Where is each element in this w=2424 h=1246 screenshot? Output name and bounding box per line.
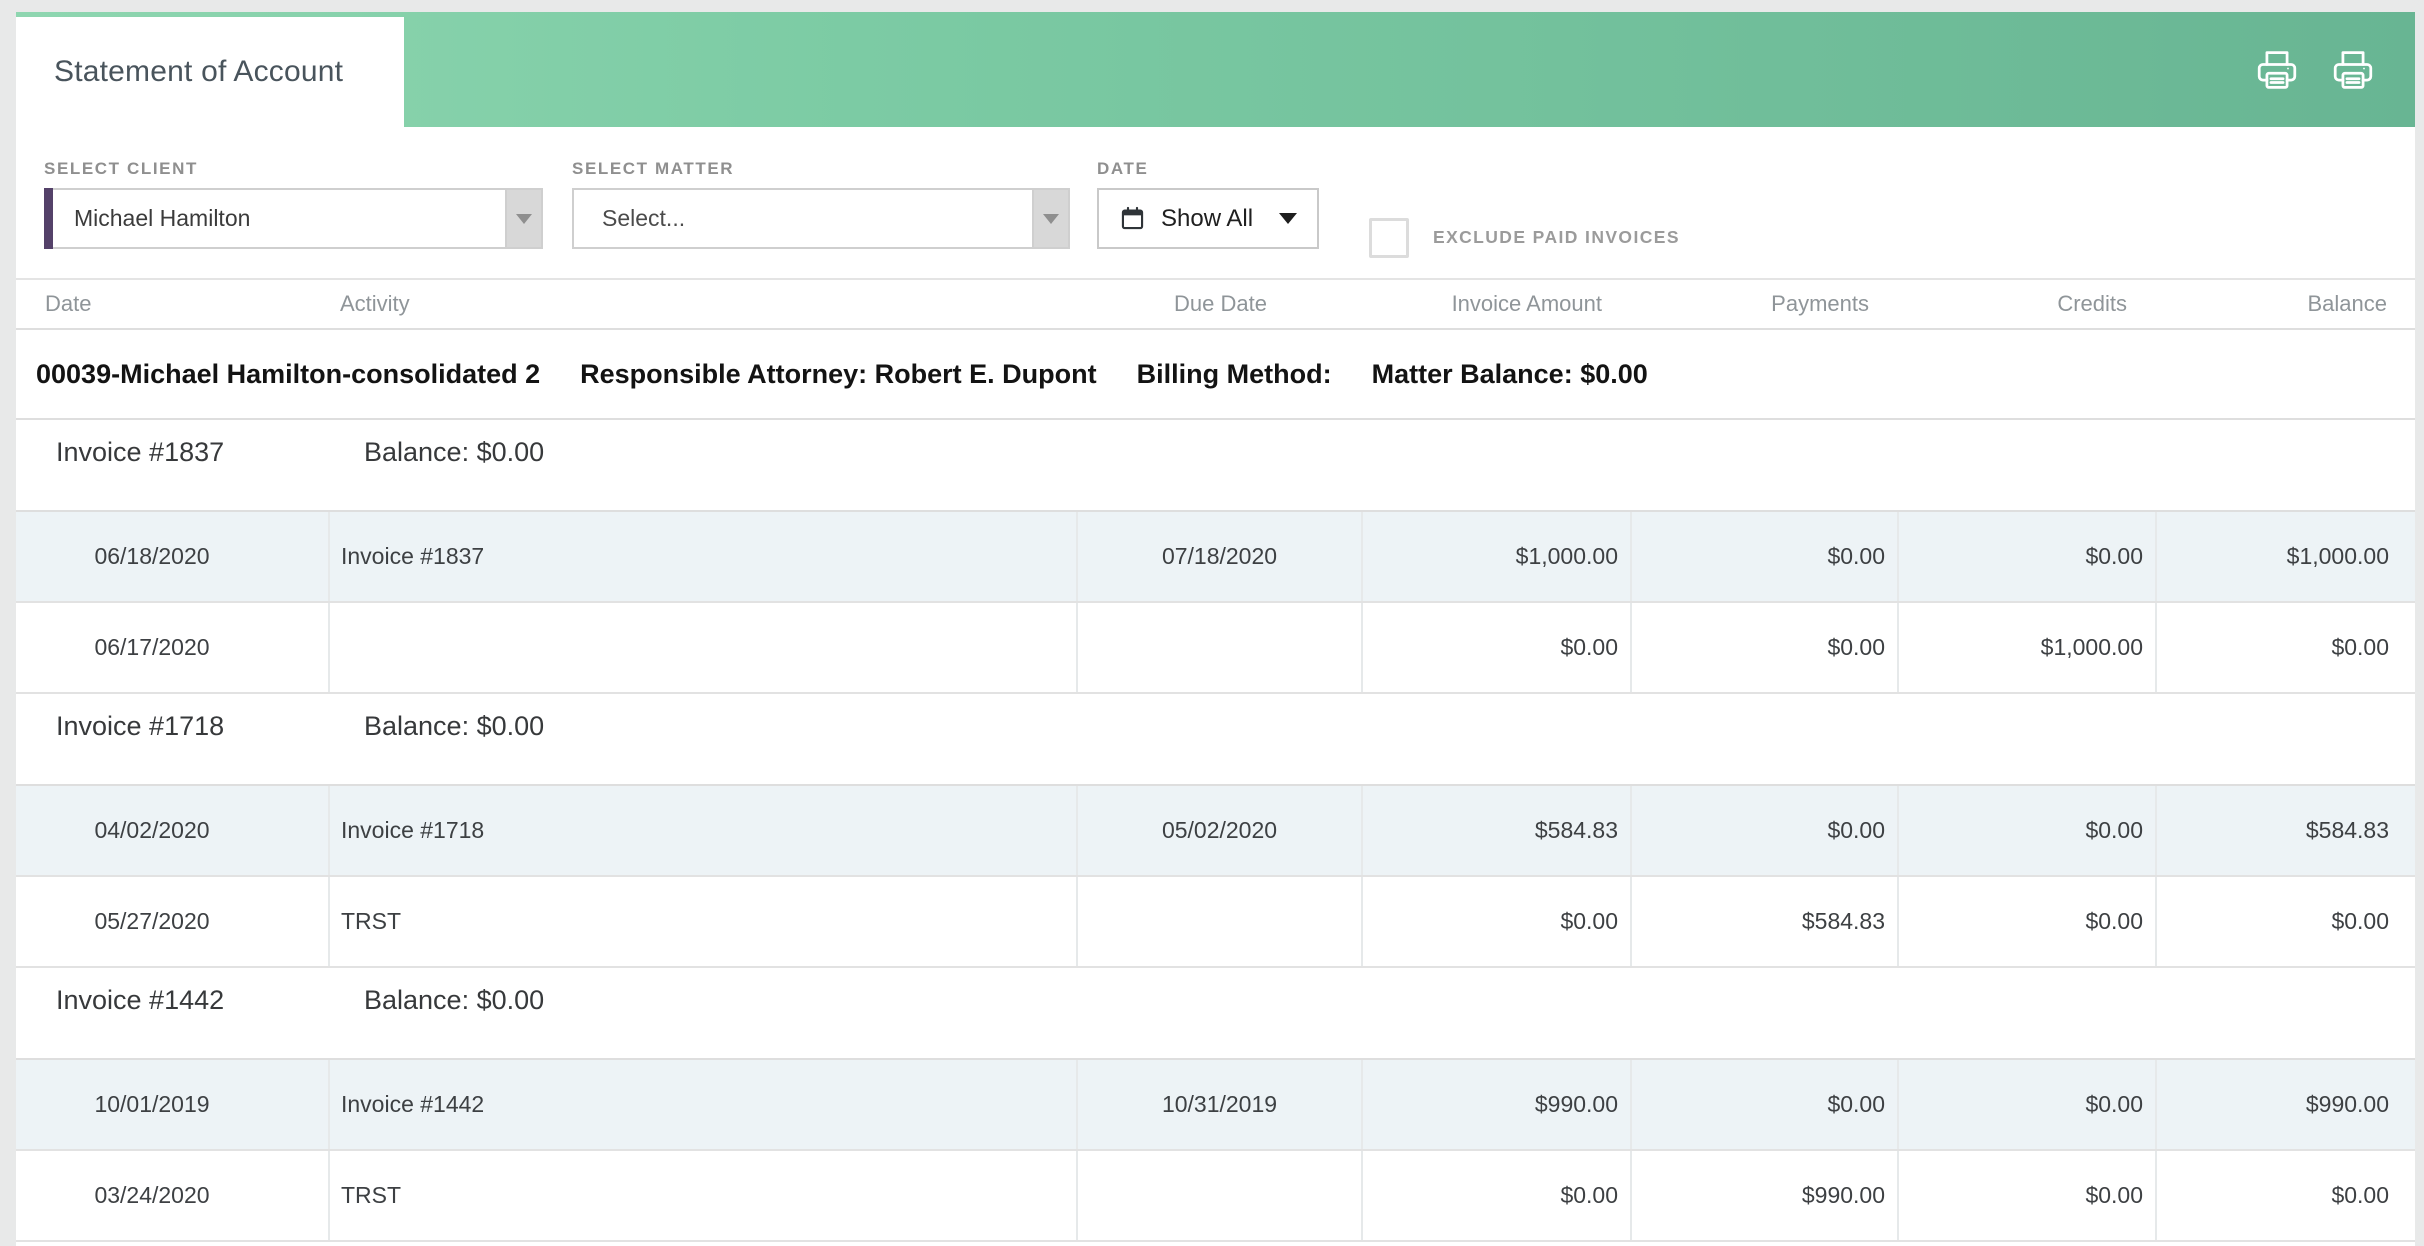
client-select[interactable]: Michael Hamilton bbox=[44, 188, 543, 249]
cell-balance: $1,000.00 bbox=[2286, 543, 2389, 569]
cell-due bbox=[1078, 877, 1363, 966]
cell-credits: $1,000.00 bbox=[1899, 603, 2157, 692]
invoice-group-header: Invoice #1837 Balance: $0.00 bbox=[16, 420, 2415, 512]
matter-name: 00039-Michael Hamilton-consolidated 2 bbox=[36, 358, 541, 389]
select-client-label: SELECT CLIENT bbox=[44, 159, 198, 178]
cell-balance: $0.00 bbox=[2331, 1182, 2389, 1208]
table-row[interactable]: 03/24/2020 TRST $0.00 $990.00 $0.00 $0.00 bbox=[16, 1151, 2415, 1242]
table-row[interactable]: 06/18/2020 Invoice #1837 07/18/2020 $1,000.… bbox=[16, 512, 2415, 603]
cell-payments: $0.00 bbox=[1632, 1060, 1899, 1149]
table-header-row: Date Activity Due Date Invoice Amount Pa… bbox=[16, 278, 2415, 330]
cell-date: 10/01/2019 bbox=[16, 1060, 330, 1149]
select-matter-label: SELECT MATTER bbox=[572, 159, 735, 178]
cell-amount: $1,000.00 bbox=[1363, 512, 1632, 601]
responsible-attorney: Responsible Attorney: Robert E. Dupont bbox=[580, 358, 1097, 389]
cell-amount: $0.00 bbox=[1363, 603, 1632, 692]
matter-summary-row: 00039-Michael Hamilton-consolidated 2 Re… bbox=[16, 330, 2415, 420]
cell-credits: $0.00 bbox=[1899, 1151, 2157, 1240]
client-select-accent bbox=[44, 188, 53, 249]
cell-due bbox=[1078, 603, 1363, 692]
cell-amount: $584.83 bbox=[1363, 786, 1632, 875]
cell-credits: $0.00 bbox=[1899, 1060, 2157, 1149]
date-filter-button[interactable]: Show All bbox=[1097, 188, 1319, 249]
chevron-down-icon bbox=[1043, 213, 1059, 224]
printer-icon[interactable] bbox=[2331, 48, 2375, 92]
matter-select-value: Select... bbox=[602, 205, 686, 231]
invoice-groups: Invoice #1837 Balance: $0.00 06/18/2020 Inv… bbox=[16, 420, 2415, 1242]
table-row[interactable]: 06/17/2020 $0.00 $0.00 $1,000.00 $0.00 bbox=[16, 603, 2415, 694]
cell-activity: Invoice #1442 bbox=[330, 1060, 1078, 1149]
table-row[interactable]: 10/01/2019 Invoice #1442 10/31/2019 $990.00… bbox=[16, 1060, 2415, 1151]
cell-amount: $0.00 bbox=[1363, 1151, 1632, 1240]
cell-amount: $990.00 bbox=[1363, 1060, 1632, 1149]
exclude-paid-checkbox[interactable] bbox=[1369, 217, 1409, 258]
cell-date: 04/02/2020 bbox=[16, 786, 330, 875]
cell-payments: $990.00 bbox=[1632, 1151, 1899, 1240]
invoice-number: Invoice #1718 bbox=[56, 711, 225, 741]
cell-due: 10/31/2019 bbox=[1078, 1060, 1363, 1149]
filter-bar: SELECT CLIENT Michael Hamilton SELECT MA… bbox=[16, 127, 2415, 278]
printer-icon[interactable] bbox=[2255, 48, 2299, 92]
cell-date: 03/24/2020 bbox=[16, 1151, 330, 1240]
table-row[interactable]: 04/02/2020 Invoice #1718 05/02/2020 $584.83… bbox=[16, 786, 2415, 877]
cell-payments: $584.83 bbox=[1632, 877, 1899, 966]
column-header-activity: Activity bbox=[340, 291, 410, 316]
dropdown-caret-icon bbox=[1279, 213, 1297, 224]
date-filter-label: DATE bbox=[1097, 159, 1149, 178]
tab-statement-of-account[interactable]: Statement of Account bbox=[16, 17, 404, 127]
cell-balance: $0.00 bbox=[2331, 908, 2389, 934]
invoice-group-header: Invoice #1442 Balance: $0.00 bbox=[16, 968, 2415, 1060]
calendar-icon bbox=[1121, 206, 1144, 230]
matter-select[interactable]: Select... bbox=[572, 188, 1070, 249]
matter-select-arrowbox[interactable] bbox=[1032, 190, 1068, 247]
cell-due bbox=[1078, 1151, 1363, 1240]
invoice-number: Invoice #1442 bbox=[56, 985, 225, 1015]
cell-activity: TRST bbox=[330, 1151, 1078, 1240]
cell-credits: $0.00 bbox=[1899, 512, 2157, 601]
cell-payments: $0.00 bbox=[1632, 603, 1899, 692]
billing-method: Billing Method: bbox=[1136, 358, 1332, 389]
exclude-paid-label: EXCLUDE PAID INVOICES bbox=[1433, 227, 1680, 247]
column-header-credits: Credits bbox=[2057, 291, 2127, 316]
cell-activity: TRST bbox=[330, 877, 1078, 966]
cell-balance: $584.83 bbox=[2305, 817, 2389, 843]
cell-credits: $0.00 bbox=[1899, 877, 2157, 966]
invoice-balance: Balance: $0.00 bbox=[364, 711, 545, 741]
cell-due: 07/18/2020 bbox=[1078, 512, 1363, 601]
client-select-arrowbox[interactable] bbox=[505, 190, 541, 247]
cell-date: 06/17/2020 bbox=[16, 603, 330, 692]
invoice-group-header: Invoice #1718 Balance: $0.00 bbox=[16, 694, 2415, 786]
column-header-due-date: Due Date bbox=[1174, 291, 1267, 316]
chevron-down-icon bbox=[516, 213, 532, 224]
matter-balance: Matter Balance: $0.00 bbox=[1371, 358, 1648, 389]
page-title: Statement of Account bbox=[54, 55, 344, 88]
invoice-balance: Balance: $0.00 bbox=[364, 437, 545, 467]
header-actions bbox=[2255, 12, 2375, 127]
cell-balance: $0.00 bbox=[2331, 634, 2389, 660]
header-bar: Statement of Account bbox=[16, 12, 2415, 127]
cell-balance: $990.00 bbox=[2305, 1091, 2389, 1117]
cell-amount: $0.00 bbox=[1363, 877, 1632, 966]
cell-date: 06/18/2020 bbox=[16, 512, 330, 601]
cell-activity: Invoice #1837 bbox=[330, 512, 1078, 601]
invoice-balance: Balance: $0.00 bbox=[364, 985, 545, 1015]
statement-panel: Statement of Account SELECT CLIENT Micha… bbox=[16, 12, 2415, 1246]
column-header-payments: Payments bbox=[1771, 291, 1869, 316]
cell-activity: Invoice #1718 bbox=[330, 786, 1078, 875]
cell-due: 05/02/2020 bbox=[1078, 786, 1363, 875]
cell-payments: $0.00 bbox=[1632, 512, 1899, 601]
cell-date: 05/27/2020 bbox=[16, 877, 330, 966]
column-header-date: Date bbox=[45, 291, 92, 316]
table-row[interactable]: 05/27/2020 TRST $0.00 $584.83 $0.00 $0.00 bbox=[16, 877, 2415, 968]
cell-payments: $0.00 bbox=[1632, 786, 1899, 875]
column-header-balance: Balance bbox=[2307, 291, 2387, 316]
client-select-value: Michael Hamilton bbox=[74, 205, 251, 231]
date-filter-value: Show All bbox=[1161, 204, 1254, 232]
invoice-number: Invoice #1837 bbox=[56, 437, 225, 467]
cell-credits: $0.00 bbox=[1899, 786, 2157, 875]
cell-activity bbox=[330, 603, 1078, 692]
column-header-invoice-amount: Invoice Amount bbox=[1451, 291, 1602, 316]
